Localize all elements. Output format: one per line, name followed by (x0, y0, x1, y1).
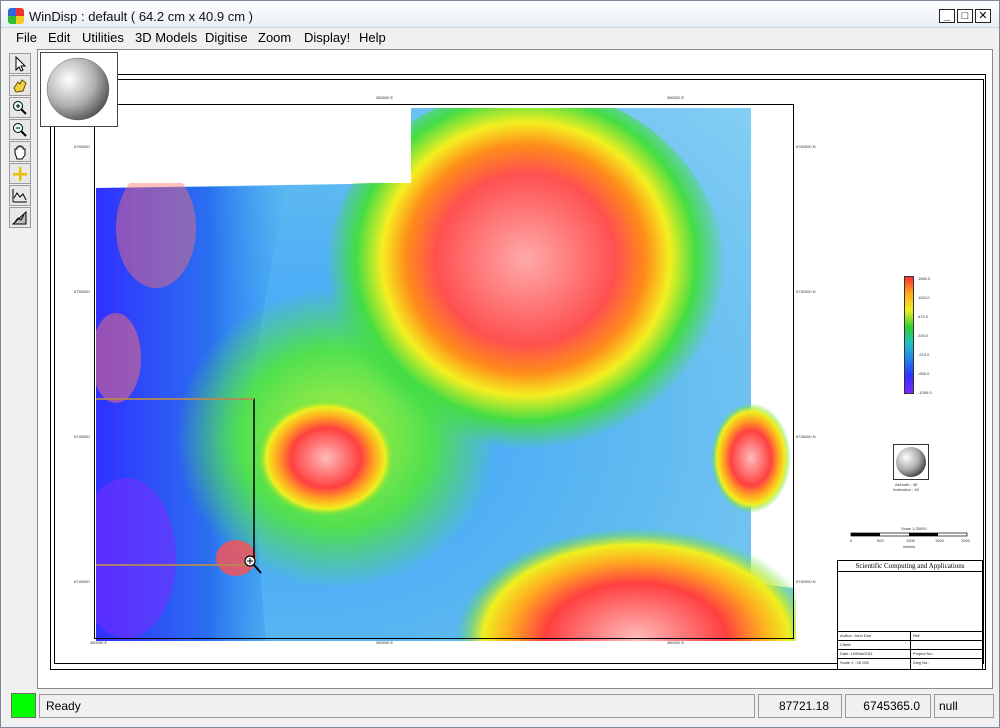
title-bar[interactable]: WinDisp : default ( 64.2 cm x 40.9 cm ) … (1, 1, 999, 28)
tick-left-3: 6745000 (74, 434, 90, 439)
tick-bottom-1: 380000 E (90, 640, 108, 645)
map-frame (94, 104, 794, 639)
minimize-button[interactable]: _ (939, 9, 955, 23)
surface-3d-icon (12, 210, 27, 225)
tick-bottom-3: 380000 E (667, 640, 685, 645)
scale-cell: Scale 1 : 25 000 (840, 660, 869, 665)
orientation-globe[interactable] (40, 52, 118, 127)
app-icon[interactable] (8, 8, 24, 24)
legend-label-3: 670.0 (918, 314, 929, 319)
legend-label-5: -215.0 (918, 352, 930, 357)
menu-zoom[interactable]: Zoom (258, 30, 291, 45)
tick-bottom-2: 380000 E (376, 640, 394, 645)
tick-right-4: 6740000 N (796, 579, 816, 584)
scale-tick-1: 500 (877, 538, 884, 543)
legend-label-2: 1110.0 (918, 295, 930, 300)
tick-top-2: 380000 E (667, 95, 685, 100)
sun-globe-icon (896, 447, 926, 477)
grab-hand-icon (14, 145, 26, 160)
sun-angle-globe (893, 444, 929, 480)
status-indicator (11, 693, 36, 718)
menu-utilities[interactable]: Utilities (82, 30, 124, 45)
zoom-in-icon (13, 101, 27, 115)
profile-tool[interactable] (9, 185, 31, 206)
sun-inclination: Inclination : 45 (893, 487, 919, 492)
pointer-icon (15, 56, 27, 72)
scale-tick-0: 0 (850, 538, 853, 543)
legend-label-6: -655.0 (918, 371, 930, 376)
legend-label-4: 225.0 (918, 333, 929, 338)
author-cell: Author: John Doe (840, 633, 872, 638)
tick-left-2: 6750000 (74, 289, 90, 294)
pan-hand-icon (13, 79, 27, 93)
surface-tool[interactable] (9, 207, 31, 228)
status-message: Ready (39, 694, 755, 718)
zoom-out-icon (13, 123, 27, 137)
tick-right-1: 6760000 N (796, 144, 816, 149)
project-cell: Project No.: (913, 651, 934, 656)
scale-tick-3: 1500 (935, 538, 944, 543)
app-window: WinDisp : default ( 64.2 cm x 40.9 cm ) … (0, 0, 1000, 728)
menu-file[interactable]: File (16, 30, 37, 45)
zoom-out-tool[interactable] (9, 119, 31, 140)
zoom-in-tool[interactable] (9, 97, 31, 118)
close-button[interactable]: ✕ (975, 9, 991, 23)
profile-line-icon (12, 189, 27, 203)
elevation-legend (904, 276, 914, 394)
maximize-button[interactable]: □ (957, 9, 973, 23)
title-block: Scientific Computing and Applications Au… (837, 560, 983, 670)
menu-digitise[interactable]: Digitise (205, 30, 248, 45)
pointer-tool[interactable] (9, 53, 31, 74)
tick-top-1: 380000 E (376, 95, 394, 100)
tick-right-3: 6745000 N (796, 434, 816, 439)
menu-bar: File Edit Utilities 3D Models Digitise Z… (1, 28, 999, 48)
grab-tool[interactable] (9, 141, 31, 162)
scale-tick-4: 2000 (961, 538, 970, 543)
globe-icon (46, 57, 110, 121)
legend-label-1: 1560.0 (918, 276, 931, 281)
ref-cell: Ref: (913, 633, 921, 638)
date-cell: Date: 10/Mar/2011 (840, 651, 873, 656)
client-cell: Client: (840, 642, 852, 647)
tick-left-4: 6740000 (74, 579, 90, 584)
tick-right-2: 6750000 N (796, 289, 816, 294)
menu-help[interactable]: Help (359, 30, 386, 45)
crosshair-icon (13, 167, 27, 181)
scale-tick-2: 1000 (906, 538, 915, 543)
crosshair-tool[interactable] (9, 163, 31, 184)
menu-display[interactable]: Display! (304, 30, 350, 45)
x-coordinate: 87721.18 (758, 694, 842, 718)
company-name: Scientific Computing and Applications (838, 561, 982, 572)
status-bar: Ready 87721.18 6745365.0 null (1, 691, 999, 727)
y-coordinate: 6745365.0 (845, 694, 931, 718)
scale-title: Scale 1:25000 (901, 526, 927, 531)
tool-palette (7, 51, 33, 231)
window-title: WinDisp : default ( 64.2 cm x 40.9 cm ) (29, 9, 253, 24)
pan-tool[interactable] (9, 75, 31, 96)
scale-unit: metres (903, 544, 916, 549)
scale-bar: Scale 1:25000 0 500 1000 1500 2000 metre… (849, 526, 970, 554)
tick-left-1: 6760000 (74, 144, 90, 149)
drawing-cell: Dwg No.: (913, 660, 930, 665)
legend-label-7: -1095.0 (918, 390, 932, 395)
map-canvas[interactable]: 380000 E 380000 E 380000 E 380000 E 3800… (37, 49, 993, 689)
z-value: null (934, 694, 994, 718)
menu-3d-models[interactable]: 3D Models (135, 30, 197, 45)
menu-edit[interactable]: Edit (48, 30, 70, 45)
